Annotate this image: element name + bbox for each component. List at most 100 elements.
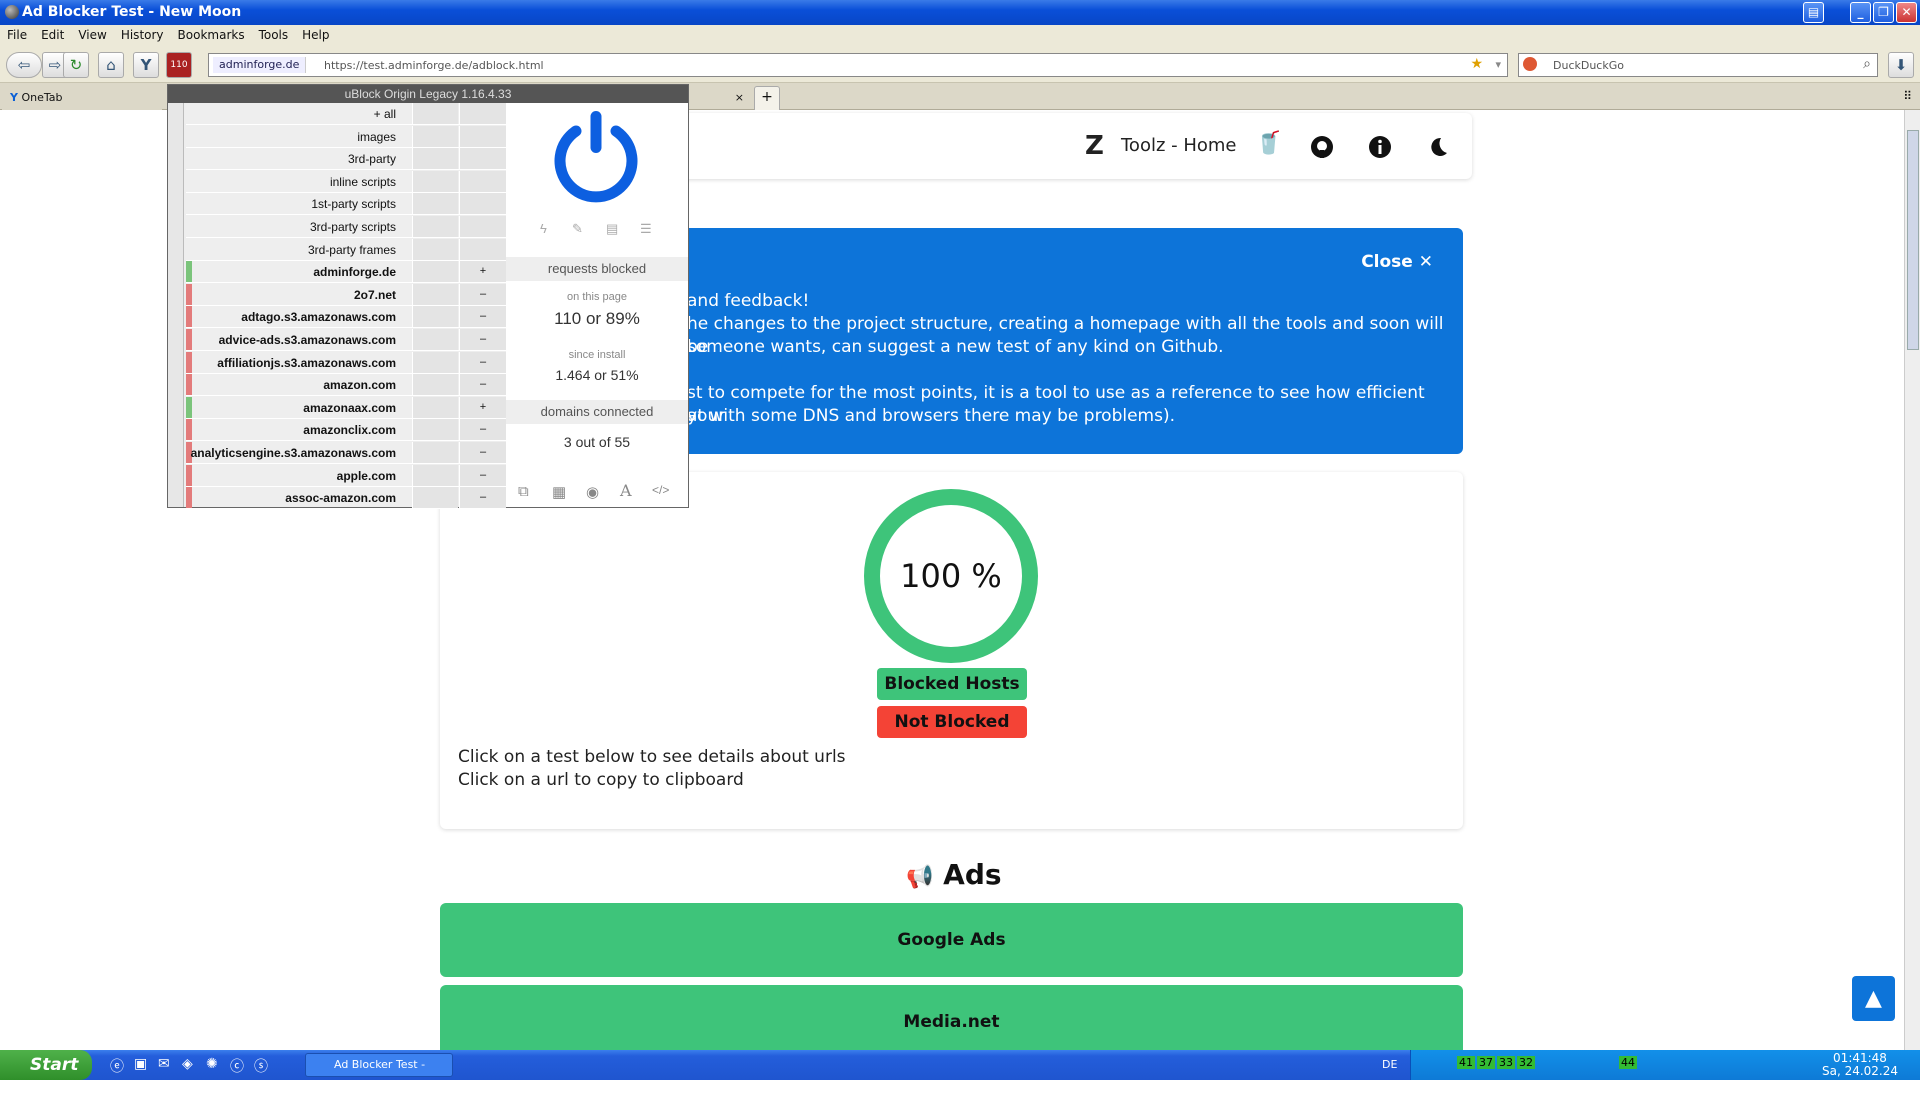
task-label[interactable]: Ad Blocker Test - Ne... xyxy=(334,1058,425,1093)
tab-list-icon[interactable]: ⠿ xyxy=(1903,89,1912,103)
local-rule-cell[interactable] xyxy=(459,148,506,170)
global-rule-cell[interactable] xyxy=(412,442,458,463)
test-media-net[interactable]: Media.net xyxy=(440,985,1463,1050)
eyedropper-icon[interactable]: ✎ xyxy=(572,221,583,237)
site-identity[interactable]: adminforge.de xyxy=(213,57,307,73)
local-rule-cell[interactable]: + xyxy=(459,396,506,418)
row-label[interactable]: 3rd-party frames xyxy=(308,243,396,257)
ublock-domain-row[interactable]: amazonclix.com – xyxy=(186,419,506,442)
global-rule-cell[interactable] xyxy=(412,374,458,396)
coffee-icon[interactable]: 🥤 xyxy=(1255,131,1282,156)
scrollbar-thumb[interactable] xyxy=(1907,130,1919,350)
ublock-domain-row[interactable]: adminforge.de + xyxy=(186,261,506,284)
global-rule-cell[interactable] xyxy=(412,148,458,170)
local-rule-cell[interactable]: + xyxy=(459,261,506,283)
toolz-logo-icon[interactable]: Z xyxy=(1085,131,1104,161)
row-label[interactable]: amazonclix.com xyxy=(303,423,396,437)
start-label[interactable]: Start xyxy=(30,1055,78,1075)
search-bar[interactable]: DuckDuckGo ⌕ xyxy=(1518,53,1878,77)
logger-icon[interactable]: ▤ xyxy=(606,221,618,237)
close-icon[interactable]: ✕ xyxy=(1419,252,1433,272)
ublock-filter-row[interactable]: inline scripts xyxy=(186,170,506,193)
quicklaunch-sun-icon[interactable]: ✺ xyxy=(206,1056,218,1072)
ublock-domain-row[interactable]: apple.com – xyxy=(186,464,506,487)
row-label[interactable]: analyticsengine.s3.amazonaws.com xyxy=(191,446,396,460)
power-button-icon[interactable] xyxy=(551,109,641,203)
local-rule-cell[interactable]: – xyxy=(459,487,506,509)
ublock-filter-row[interactable]: 3rd-party xyxy=(186,148,506,171)
quicklaunch-app-icon[interactable]: ◈ xyxy=(182,1056,193,1072)
local-rule-cell[interactable] xyxy=(459,125,506,147)
page-scrollbar[interactable] xyxy=(1904,110,1920,1050)
row-label[interactable]: affiliationjs.s3.amazonaws.com xyxy=(217,356,396,370)
global-rule-cell[interactable] xyxy=(412,464,458,486)
media-block-icon[interactable]: ▦ xyxy=(552,483,566,501)
ublock-domain-row[interactable]: amazonaax.com + xyxy=(186,396,506,419)
ublock-list-scrollbar[interactable] xyxy=(168,103,184,507)
row-label[interactable]: 3rd-party xyxy=(348,152,396,166)
blocked-hosts-button[interactable]: Blocked Hosts xyxy=(877,668,1027,700)
language-indicator[interactable]: DE xyxy=(1382,1058,1397,1071)
ublock-filter-row[interactable]: + all xyxy=(186,103,506,125)
global-rule-cell[interactable] xyxy=(412,283,458,305)
close-window-button[interactable]: ✕ xyxy=(1896,2,1917,23)
scroll-to-top-button[interactable]: ▲ xyxy=(1852,976,1895,1021)
local-rule-cell[interactable]: – xyxy=(459,419,506,441)
menu-file[interactable]: File xyxy=(0,25,34,45)
start-button[interactable]: Start xyxy=(0,1050,92,1080)
local-rule-cell[interactable]: – xyxy=(459,329,506,350)
test-label[interactable]: Media.net xyxy=(903,1012,999,1032)
settings-sliders-icon[interactable]: ☰ xyxy=(640,221,652,237)
global-rule-cell[interactable] xyxy=(412,306,458,328)
global-rule-cell[interactable] xyxy=(412,329,458,350)
global-rule-cell[interactable] xyxy=(412,216,458,237)
downloads-icon[interactable]: ⬇ xyxy=(1888,52,1914,78)
tray-meter[interactable]: 33 xyxy=(1497,1056,1515,1069)
ublock-domain-row[interactable]: adtago.s3.amazonaws.com – xyxy=(186,306,506,329)
minimize-button[interactable]: _ xyxy=(1850,2,1871,23)
ublock-domain-row[interactable]: amazon.com – xyxy=(186,374,506,397)
row-label[interactable]: images xyxy=(357,130,396,144)
quicklaunch-s-icon[interactable]: ⓢ xyxy=(254,1056,268,1076)
menu-edit[interactable]: Edit xyxy=(34,25,71,45)
row-label[interactable]: apple.com xyxy=(337,469,396,483)
info-icon[interactable] xyxy=(1368,135,1392,159)
local-rule-cell[interactable] xyxy=(459,193,506,215)
restore-button[interactable]: ❐ xyxy=(1873,2,1894,23)
ublock-filter-row[interactable]: 3rd-party scripts xyxy=(186,216,506,238)
row-label[interactable]: assoc-amazon.com xyxy=(285,491,396,505)
menu-bookmarks[interactable]: Bookmarks xyxy=(171,25,252,45)
ublock-domain-row[interactable]: assoc-amazon.com – xyxy=(186,487,506,510)
row-label[interactable]: 3rd-party scripts xyxy=(310,220,396,234)
local-rule-cell[interactable]: – xyxy=(459,283,506,305)
ublock-domain-row[interactable]: analyticsengine.s3.amazonaws.com – xyxy=(186,442,506,464)
dark-mode-moon-icon[interactable] xyxy=(1425,135,1449,159)
ublock-domain-row[interactable]: affiliationjs.s3.amazonaws.com – xyxy=(186,351,506,374)
menu-help[interactable]: Help xyxy=(295,25,336,45)
row-label[interactable]: inline scripts xyxy=(330,175,396,189)
search-icon[interactable]: ⌕ xyxy=(1863,56,1871,72)
global-rule-cell[interactable] xyxy=(412,419,458,441)
row-label[interactable]: + all xyxy=(374,107,396,121)
row-label[interactable]: amazon.com xyxy=(323,378,396,392)
bookmark-star-icon[interactable]: ★ xyxy=(1470,56,1483,72)
banner-close-label[interactable]: Close xyxy=(1361,252,1413,272)
arrow-up-icon[interactable]: ▲ xyxy=(1865,986,1882,1011)
clock[interactable]: 01:41:48 Sa, 24.02.24 xyxy=(1800,1052,1920,1078)
popup-block-icon[interactable]: ⧉ xyxy=(518,483,529,500)
local-rule-cell[interactable] xyxy=(459,238,506,260)
url-bar[interactable]: adminforge.de https://test.adminforge.de… xyxy=(208,53,1508,77)
github-icon[interactable] xyxy=(1310,135,1334,159)
taskbar-task-browser[interactable]: Ad Blocker Test - Ne... xyxy=(305,1053,453,1093)
global-rule-cell[interactable] xyxy=(412,351,458,373)
dropdown-arrow-icon[interactable]: ▾ xyxy=(1495,58,1501,71)
global-rule-cell[interactable] xyxy=(412,396,458,418)
menu-view[interactable]: View xyxy=(71,25,113,45)
row-label[interactable]: advice-ads.s3.amazonaws.com xyxy=(219,333,396,347)
tray-meter[interactable]: 41 xyxy=(1457,1056,1475,1069)
local-rule-cell[interactable]: – xyxy=(459,374,506,396)
ublock-icon[interactable]: 110 xyxy=(166,52,192,78)
tray-meter[interactable]: 37 xyxy=(1477,1056,1495,1069)
local-rule-cell[interactable] xyxy=(459,103,506,124)
test-label[interactable]: Google Ads xyxy=(897,930,1005,950)
